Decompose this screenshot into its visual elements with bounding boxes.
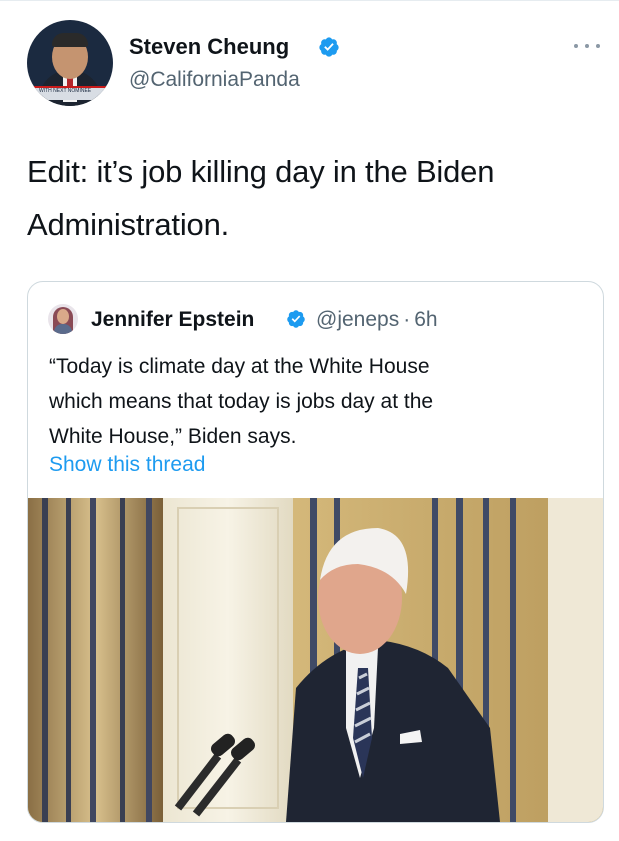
tweet-text-line: Edit: it’s job killing day in the Biden — [27, 154, 495, 189]
quoted-tweet-card[interactable]: Jennifer Epstein @jeneps · 6h “Today is cl… — [27, 281, 604, 823]
top-divider — [0, 0, 619, 1]
quoted-tweet-text: “Today is climate day at the White House… — [49, 349, 569, 454]
more-dots-icon[interactable] — [574, 41, 600, 51]
more-dot — [574, 44, 578, 48]
quoted-timestamp[interactable]: 6h — [414, 308, 437, 331]
avatar-banner-text: WITH NEXT NOMINEE — [39, 88, 92, 94]
author-display-name[interactable]: Steven Cheung — [129, 34, 289, 60]
tweet-text: Edit: it’s job killing day in the Biden … — [27, 145, 587, 251]
meta-separator: · — [403, 308, 411, 331]
more-dot — [596, 44, 600, 48]
quoted-author-avatar[interactable] — [48, 304, 78, 334]
more-dot — [585, 44, 589, 48]
author-handle[interactable]: @CaliforniaPanda — [129, 68, 300, 92]
avatar-face — [57, 309, 69, 324]
show-thread-link[interactable]: Show this thread — [49, 453, 205, 477]
quoted-meta: @jeneps · 6h — [316, 308, 438, 332]
quoted-text-line: White House,” Biden says. — [49, 425, 297, 448]
tweet-text-line: Administration. — [27, 207, 230, 242]
avatar-hair — [52, 33, 88, 47]
avatar-body — [54, 324, 72, 334]
photo-scene — [28, 498, 603, 822]
quoted-text-line: “Today is climate day at the White House — [49, 355, 430, 378]
quoted-media-photo[interactable] — [28, 498, 603, 822]
verified-badge-icon — [287, 310, 305, 328]
quoted-author-name[interactable]: Jennifer Epstein — [91, 308, 254, 332]
quoted-author-handle[interactable]: @jeneps — [316, 308, 399, 331]
author-avatar[interactable]: WITH NEXT NOMINEE — [27, 20, 113, 106]
verified-badge-icon — [319, 37, 339, 57]
quoted-text-line: which means that today is jobs day at th… — [49, 390, 434, 413]
